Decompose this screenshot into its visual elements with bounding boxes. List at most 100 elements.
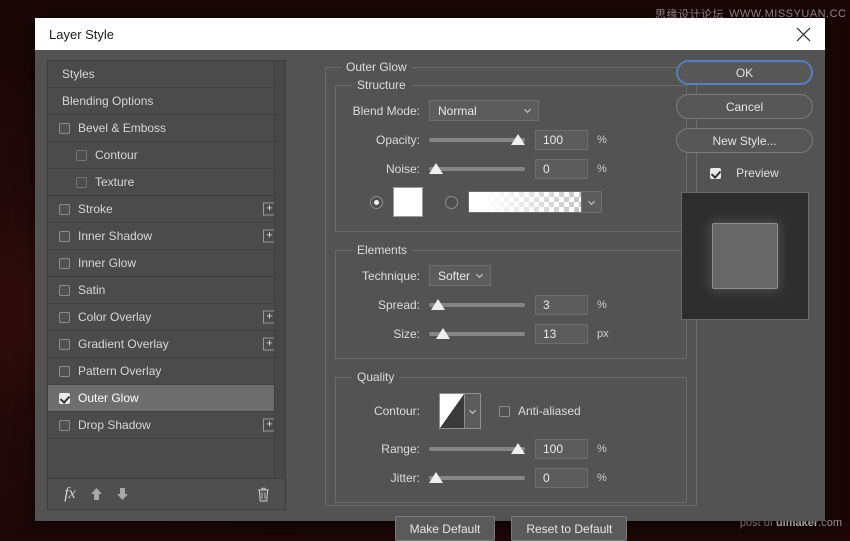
preview-thumbnail: [681, 192, 809, 320]
color-fill-radio[interactable]: [370, 196, 383, 209]
opacity-unit: %: [597, 134, 615, 146]
checkbox-stroke[interactable]: [59, 204, 70, 215]
make-default-button[interactable]: Make Default: [395, 516, 496, 541]
sidebar-item-styles[interactable]: Styles: [48, 61, 285, 88]
checkbox-pattern-overlay[interactable]: [59, 366, 70, 377]
opacity-input[interactable]: 100: [535, 130, 588, 150]
jitter-row: Jitter: 0 %: [346, 465, 676, 490]
sidebar-item-drop-shadow[interactable]: Drop Shadow+: [48, 412, 285, 439]
checkbox-gradient-overlay[interactable]: [59, 339, 70, 350]
sidebar-item-contour[interactable]: Contour: [48, 142, 285, 169]
sidebar-item-label: Color Overlay: [78, 310, 151, 324]
dialog-body: StylesBlending OptionsBevel & EmbossCont…: [35, 50, 825, 521]
opacity-slider[interactable]: [429, 131, 525, 149]
linear-contour-icon[interactable]: [439, 393, 481, 429]
size-slider-thumb[interactable]: [436, 328, 450, 339]
sidebar-item-label: Inner Glow: [78, 256, 136, 270]
spread-slider[interactable]: [429, 296, 525, 314]
style-list-scrollbar[interactable]: [274, 61, 285, 478]
sidebar-item-label: Pattern Overlay: [78, 364, 161, 378]
checkbox-inner-glow[interactable]: [59, 258, 70, 269]
noise-slider-track: [429, 167, 525, 171]
glow-gradient-picker[interactable]: [468, 191, 602, 213]
contour-dropdown-arrow[interactable]: [464, 394, 480, 428]
spread-value: 3: [543, 298, 550, 312]
preview-shape: [712, 223, 778, 289]
sidebar-item-satin[interactable]: Satin: [48, 277, 285, 304]
spread-row: Spread: 3 %: [346, 292, 676, 317]
anti-aliased-label: Anti-aliased: [518, 404, 581, 418]
fx-icon[interactable]: fx: [57, 483, 83, 505]
size-input[interactable]: 13: [535, 324, 588, 344]
range-slider-thumb[interactable]: [511, 443, 525, 454]
gradient-fill-radio[interactable]: [445, 196, 458, 209]
jitter-input[interactable]: 0: [535, 468, 588, 488]
checkbox-inner-shadow[interactable]: [59, 231, 70, 242]
checkbox-satin[interactable]: [59, 285, 70, 296]
jitter-slider-track: [429, 476, 525, 480]
noise-slider-thumb[interactable]: [429, 163, 443, 174]
anti-aliased-checkbox[interactable]: Anti-aliased: [499, 404, 581, 418]
sidebar-item-inner-glow[interactable]: Inner Glow: [48, 250, 285, 277]
noise-label: Noise:: [346, 162, 420, 176]
blend-mode-select[interactable]: Normal: [429, 100, 539, 121]
trash-icon[interactable]: [250, 483, 276, 505]
range-slider[interactable]: [429, 440, 525, 458]
elements-group-title: Elements: [352, 243, 412, 257]
arrow-down-icon[interactable]: [109, 483, 135, 505]
new-style-button[interactable]: New Style...: [676, 128, 813, 153]
sidebar-footer-toolbar: fx: [48, 478, 285, 509]
glow-color-swatch[interactable]: [393, 187, 423, 217]
dialog-actions: OK Cancel New Style... Preview: [676, 60, 813, 320]
sidebar-item-gradient-overlay[interactable]: Gradient Overlay+: [48, 331, 285, 358]
spread-input[interactable]: 3: [535, 295, 588, 315]
reset-to-default-button[interactable]: Reset to Default: [511, 516, 627, 541]
checkbox-texture[interactable]: [76, 177, 87, 188]
cancel-button[interactable]: Cancel: [676, 94, 813, 119]
contour-row: Contour: Anti-aliased: [346, 390, 676, 432]
contour-preview: [440, 394, 464, 428]
preview-checkbox-box[interactable]: [710, 168, 721, 179]
sidebar-item-label: Styles: [62, 67, 95, 81]
sidebar-item-color-overlay[interactable]: Color Overlay+: [48, 304, 285, 331]
style-list[interactable]: Styles Blending Options Bevel & EmbossCont…: [48, 61, 285, 478]
range-unit: %: [597, 443, 615, 455]
size-label: Size:: [346, 327, 420, 341]
quality-group: Quality Contour:: [335, 370, 687, 503]
checkbox-color-overlay[interactable]: [59, 312, 70, 323]
sidebar-item-texture[interactable]: Texture: [48, 169, 285, 196]
sidebar-item-label: Satin: [78, 283, 105, 297]
gradient-dropdown-arrow[interactable]: [581, 192, 601, 212]
sidebar-item-pattern-overlay[interactable]: Pattern Overlay: [48, 358, 285, 385]
jitter-unit: %: [597, 472, 615, 484]
checkbox-outer-glow[interactable]: [59, 393, 70, 404]
sidebar-item-outer-glow[interactable]: Outer Glow: [48, 385, 285, 412]
checkbox-drop-shadow[interactable]: [59, 420, 70, 431]
outer-glow-settings: Outer Glow Structure Blend Mode: Normal: [325, 60, 697, 508]
technique-select[interactable]: Softer: [429, 265, 491, 286]
size-slider[interactable]: [429, 325, 525, 343]
sidebar-item-label: Inner Shadow: [78, 229, 152, 243]
sidebar-item-label: Blending Options: [62, 94, 153, 108]
ok-button[interactable]: OK: [676, 60, 813, 85]
sidebar-item-inner-shadow[interactable]: Inner Shadow+: [48, 223, 285, 250]
preview-checkbox[interactable]: Preview: [676, 162, 813, 184]
sidebar-item-stroke[interactable]: Stroke+: [48, 196, 285, 223]
opacity-slider-thumb[interactable]: [511, 134, 525, 145]
sidebar-item-bevel-emboss[interactable]: Bevel & Emboss: [48, 115, 285, 142]
noise-slider[interactable]: [429, 160, 525, 178]
sidebar-item-blending-options[interactable]: Blending Options: [48, 88, 285, 115]
close-icon[interactable]: [781, 18, 825, 50]
checkbox-bevel-emboss[interactable]: [59, 123, 70, 134]
jitter-slider-thumb[interactable]: [429, 472, 443, 483]
blend-mode-label: Blend Mode:: [346, 104, 420, 118]
checkbox-contour[interactable]: [76, 150, 87, 161]
anti-aliased-box[interactable]: [499, 406, 510, 417]
noise-input[interactable]: 0: [535, 159, 588, 179]
noise-row: Noise: 0 %: [346, 156, 676, 181]
arrow-up-icon[interactable]: [83, 483, 109, 505]
range-input[interactable]: 100: [535, 439, 588, 459]
opacity-value: 100: [543, 133, 563, 147]
jitter-slider[interactable]: [429, 469, 525, 487]
spread-slider-thumb[interactable]: [431, 299, 445, 310]
